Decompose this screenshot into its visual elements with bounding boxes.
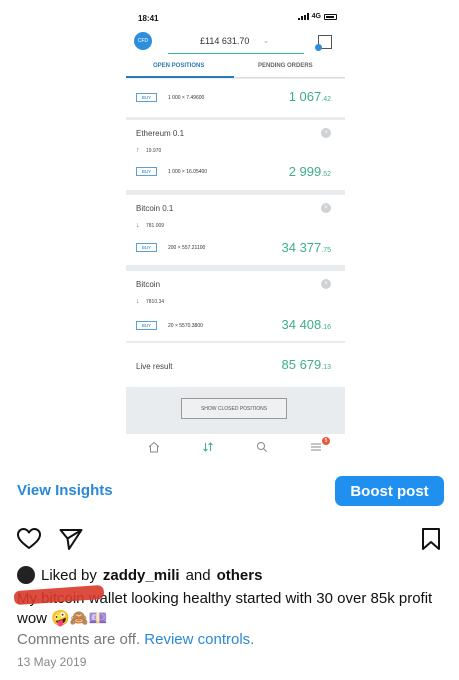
buy-tag: BUY xyxy=(136,243,157,252)
heart-icon[interactable] xyxy=(16,527,42,551)
position-rate: 781.009 xyxy=(146,223,165,229)
comments-off-notice: Comments are off. Review controls. xyxy=(17,631,254,648)
positions-tabs: OPEN POSITIONS PENDING ORDERS xyxy=(126,56,345,78)
position-card[interactable]: Bitcoin × ↓ 7810.34 BUY 20 × 5570.3800 3… xyxy=(126,271,345,341)
bookmark-icon[interactable] xyxy=(420,527,442,551)
close-position-icon[interactable]: × xyxy=(321,279,331,289)
position-qty-price: 1 000 × 7.49600 xyxy=(168,95,205,101)
app-logo: CFD xyxy=(134,32,152,50)
tab-pending-orders[interactable]: PENDING ORDERS xyxy=(258,63,313,69)
position-card[interactable]: Bitcoin 0.1 × ↓ 781.009 BUY 200 × 557.21… xyxy=(126,195,345,265)
liked-by-prefix: Liked by xyxy=(41,566,97,584)
position-rate: 19.970 xyxy=(146,148,162,154)
position-value: 2 999.52 xyxy=(288,164,331,179)
position-value: 34 408.16 xyxy=(281,317,332,332)
position-rate: 7810.34 xyxy=(146,299,165,305)
buy-tag: BUY xyxy=(136,321,157,330)
buy-tag: BUY xyxy=(136,93,157,102)
arrow-up-icon: ↑ xyxy=(136,147,140,154)
active-tab-indicator xyxy=(126,76,234,78)
tab-open-positions[interactable]: OPEN POSITIONS xyxy=(153,63,204,69)
battery-icon xyxy=(324,13,337,20)
arrow-down-icon: ↓ xyxy=(136,298,140,305)
position-title: Bitcoin xyxy=(136,280,161,289)
liked-by-and: and xyxy=(185,566,211,584)
position-card[interactable]: Ethereum 0.1 × ↑ 19.970 BUY 1 000 × 16.0… xyxy=(126,120,345,190)
balance-underline xyxy=(168,53,304,54)
view-insights-link[interactable]: View Insights xyxy=(17,482,113,499)
position-qty-price: 20 × 5570.3800 xyxy=(168,323,203,329)
status-bar: 18:41 4G xyxy=(126,0,345,26)
post-date: 13 May 2019 xyxy=(17,655,87,669)
close-position-icon[interactable]: × xyxy=(321,128,331,138)
live-result-label: Live result xyxy=(136,362,173,371)
review-controls-link[interactable]: Review controls. xyxy=(144,631,254,648)
comments-off-text: Comments are off. xyxy=(17,631,141,648)
liked-by-others[interactable]: others xyxy=(217,567,263,584)
trading-app-screenshot: 18:41 4G CFD £114 631.70 ⌄ OPEN POSITION… xyxy=(126,0,345,462)
status-indicators: 4G xyxy=(297,13,337,20)
show-closed-positions-button[interactable]: SHOW CLOSED POSITIONS xyxy=(181,398,287,419)
live-result-row: Live result 85 679.13 xyxy=(126,343,345,387)
bottom-nav: 5 xyxy=(126,434,345,462)
liked-by-user[interactable]: zaddy_mili xyxy=(103,567,180,584)
new-position-icon[interactable] xyxy=(315,35,332,51)
arrow-down-icon: ↓ xyxy=(136,222,140,229)
transfer-arrows-icon[interactable] xyxy=(202,441,214,453)
app-header: CFD £114 631.70 ⌄ xyxy=(126,26,345,56)
home-icon[interactable] xyxy=(148,441,160,453)
avatar[interactable] xyxy=(17,566,35,584)
buy-tag: BUY xyxy=(136,167,157,176)
close-position-icon[interactable]: × xyxy=(321,203,331,213)
signal-icon xyxy=(297,13,309,20)
search-icon[interactable] xyxy=(256,441,268,453)
menu-icon[interactable] xyxy=(310,441,322,453)
chevron-down-icon[interactable]: ⌄ xyxy=(263,37,269,45)
account-balance[interactable]: £114 631.70 xyxy=(200,36,249,46)
boost-post-button[interactable]: Boost post xyxy=(335,476,444,506)
notification-badge: 5 xyxy=(322,437,330,445)
network-label: 4G xyxy=(311,13,321,20)
liked-by-row: Liked by zaddy_mili and others xyxy=(17,566,262,584)
position-title: Bitcoin 0.1 xyxy=(136,204,174,213)
status-time: 18:41 xyxy=(138,14,159,23)
position-card[interactable]: BUY 1 000 × 7.49600 1 067.42 xyxy=(126,79,345,117)
position-qty-price: 1 000 × 16.05400 xyxy=(168,169,208,175)
position-qty-price: 200 × 557.21100 xyxy=(168,245,206,251)
position-title: Ethereum 0.1 xyxy=(136,129,185,138)
position-value: 1 067.42 xyxy=(288,89,331,104)
position-value: 34 377.75 xyxy=(281,240,332,255)
share-icon[interactable] xyxy=(58,527,84,551)
live-result-value: 85 679.13 xyxy=(281,357,332,372)
